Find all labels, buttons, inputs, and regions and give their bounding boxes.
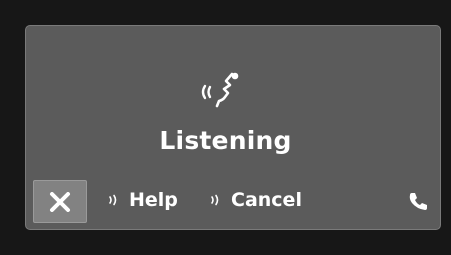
cancel-command-label: Cancel bbox=[231, 189, 302, 211]
phone-icon[interactable] bbox=[407, 190, 429, 212]
voice-wave-icon bbox=[109, 194, 117, 206]
close-button[interactable] bbox=[33, 180, 87, 223]
cancel-command[interactable]: Cancel bbox=[210, 186, 302, 214]
close-x-icon bbox=[50, 191, 70, 212]
voice-listening-icon bbox=[201, 72, 239, 108]
help-command-label: Help bbox=[129, 189, 178, 211]
screen-background: Listening Help Cancel bbox=[0, 0, 451, 255]
help-command[interactable]: Help bbox=[108, 186, 178, 214]
voice-wave-icon bbox=[211, 194, 219, 206]
listening-status-label: Listening bbox=[159, 126, 292, 155]
